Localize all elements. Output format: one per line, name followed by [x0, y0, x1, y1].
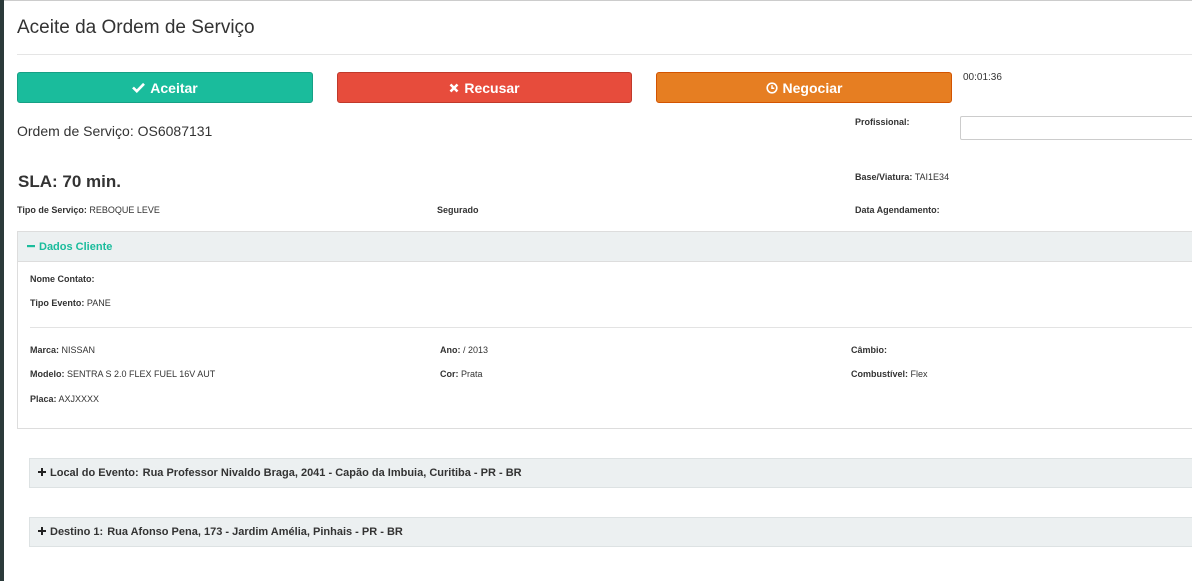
placa-value: AXJXXXX	[58, 394, 100, 404]
combustivel-value: Flex	[910, 369, 928, 379]
base-viatura-label: Base/Viatura:	[855, 172, 913, 182]
accept-button-label: Aceitar	[150, 79, 198, 96]
negotiate-button-label: Negociar	[782, 79, 843, 96]
check-icon	[132, 82, 146, 93]
tipo-servico-value: REBOQUE LEVE	[89, 205, 160, 215]
profissional-input[interactable]	[960, 116, 1192, 140]
ano: Ano: / 2013	[440, 345, 488, 355]
cor-value: Prata	[461, 369, 483, 379]
plus-icon	[38, 526, 46, 538]
modal-title: Aceite da Ordem de Serviço	[17, 17, 255, 38]
accept-button[interactable]: Aceitar	[17, 72, 313, 103]
sla-text: SLA: 70 min.	[18, 172, 121, 191]
ano-value: / 2013	[463, 345, 489, 355]
marca: Marca: NISSAN	[30, 345, 95, 355]
title-divider	[17, 54, 1192, 55]
os-label: Ordem de Serviço:	[17, 123, 134, 139]
destination-label: Destino 1:	[50, 526, 104, 538]
countdown-timer: 00:01:36	[963, 72, 1002, 83]
profissional-label: Profissional:	[855, 117, 910, 127]
client-data-panel-header[interactable]: Dados Cliente	[18, 232, 1192, 262]
placa-label: Placa:	[30, 394, 57, 404]
combustivel: Combustível: Flex	[851, 369, 928, 379]
base-viatura-value: TAI1E34	[914, 172, 950, 182]
ano-label: Ano:	[440, 345, 461, 355]
tipo-evento-label: Tipo Evento:	[30, 298, 85, 308]
service-order-modal: Aceite da Ordem de Serviço Aceitar Recus…	[4, 0, 1192, 582]
panel-divider	[30, 327, 1192, 328]
destination-value: Rua Afonso Pena, 173 - Jardim Amélia, Pi…	[107, 526, 403, 538]
destination-bar[interactable]: Destino 1: Rua Afonso Pena, 173 - Jardim…	[29, 517, 1192, 547]
minus-icon	[27, 241, 35, 253]
segurado-label: Segurado	[437, 205, 479, 215]
times-icon	[449, 83, 459, 93]
modelo-label: Modelo:	[30, 369, 65, 379]
placa: Placa: AXJXXXX	[30, 394, 99, 404]
service-order-number: Ordem de Serviço: OS6087131	[17, 123, 212, 139]
clock-circle-icon	[765, 81, 778, 94]
client-data-panel: Dados Cliente Nome Contato: Tipo Evento:…	[17, 231, 1192, 429]
tipo-servico-label: Tipo de Serviço:	[17, 205, 87, 215]
data-agendamento-label: Data Agendamento:	[855, 205, 940, 215]
negotiate-button[interactable]: Negociar	[656, 72, 952, 103]
cor-label: Cor:	[440, 369, 459, 379]
refuse-button-label: Recusar	[464, 79, 520, 96]
plus-icon	[38, 467, 46, 479]
tipo-evento-value: PANE	[86, 298, 111, 308]
marca-value: NISSAN	[61, 345, 96, 355]
refuse-button[interactable]: Recusar	[337, 72, 632, 103]
os-value: OS6087131	[137, 123, 213, 139]
event-location-value: Rua Professor Nivaldo Braga, 2041 - Capã…	[142, 467, 522, 479]
marca-label: Marca:	[30, 345, 60, 355]
event-location-label: Local do Evento:	[50, 467, 139, 479]
tipo-servico: Tipo de Serviço: REBOQUE LEVE	[17, 205, 160, 215]
cambio: Câmbio:	[851, 345, 887, 355]
nome-contato: Nome Contato:	[30, 274, 95, 284]
event-location-bar[interactable]: Local do Evento: Rua Professor Nivaldo B…	[29, 458, 1192, 488]
client-data-panel-title: Dados Cliente	[39, 240, 113, 253]
modelo: Modelo: SENTRA S 2.0 FLEX FUEL 16V AUT	[30, 369, 215, 379]
cor: Cor: Prata	[440, 369, 483, 379]
combustivel-label: Combustível:	[851, 369, 909, 379]
base-viatura: Base/Viatura: TAI1E34	[855, 172, 949, 182]
modelo-value: SENTRA S 2.0 FLEX FUEL 16V AUT	[67, 369, 216, 379]
tipo-evento: Tipo Evento: PANE	[30, 298, 111, 308]
